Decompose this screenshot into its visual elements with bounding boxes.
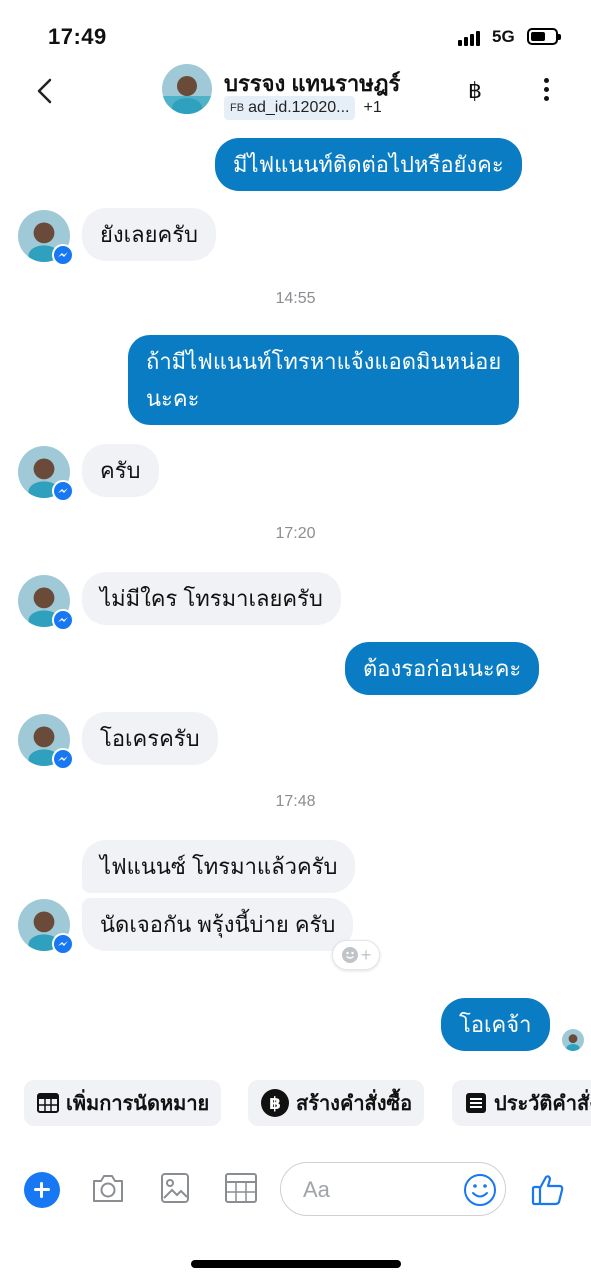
- quick-action-order-history[interactable]: ประวัติคำสั่ง: [452, 1080, 591, 1126]
- chip-label: สร้างคำสั่งซื้อ: [296, 1093, 413, 1115]
- message-text-line: ถ้ามีไฟแนนท์โทรหาแจ้งแอดมินหน่อย: [146, 349, 502, 374]
- quick-action-add-appointment[interactable]: เพิ่มการนัดหมาย: [24, 1080, 222, 1126]
- svg-text:฿: ฿: [269, 1094, 281, 1114]
- smiley-icon: [341, 947, 358, 963]
- quick-actions: เพิ่มการนัดหมาย ฿ สร้างคำสั่งซื้อ ประวัต…: [24, 1080, 591, 1126]
- message-incoming[interactable]: ไฟแนนซ์ โทรมาแล้วครับ: [82, 840, 356, 893]
- emoji-icon[interactable]: [463, 1173, 497, 1207]
- gallery-icon[interactable]: [160, 1172, 190, 1209]
- list-icon: [464, 1091, 488, 1115]
- table-icon[interactable]: [224, 1172, 258, 1209]
- message-text: นัดเจอกัน พรุ้งนี้บ่าย ครับ: [100, 912, 336, 937]
- seen-avatar: [562, 1029, 584, 1051]
- camera-icon[interactable]: [90, 1172, 126, 1209]
- messenger-badge-icon: [52, 933, 74, 955]
- message-text: ครับ: [100, 458, 141, 483]
- thumbs-up-icon[interactable]: [530, 1172, 566, 1208]
- back-button[interactable]: [30, 74, 60, 108]
- message-incoming[interactable]: นัดเจอกัน พรุ้งนี้บ่าย ครับ: [82, 898, 354, 951]
- quick-action-create-order[interactable]: ฿ สร้างคำสั่งซื้อ: [248, 1080, 425, 1126]
- network-type: 5G: [492, 27, 515, 46]
- sender-avatar[interactable]: [18, 575, 74, 631]
- sender-avatar[interactable]: [18, 210, 74, 266]
- message-outgoing[interactable]: มีไฟแนนท์ติดต่อไปหรือยังคะ: [215, 138, 522, 191]
- more-options-icon[interactable]: [536, 78, 556, 106]
- timestamp: 17:20: [275, 525, 316, 542]
- messenger-badge-icon: [52, 480, 74, 502]
- chat-header: บรรจง แทนราษฎร์ FB ad_id.12020... +1 ฿: [0, 60, 591, 124]
- ad-more-count[interactable]: +1: [363, 99, 381, 117]
- add-reaction-button[interactable]: +: [332, 940, 380, 970]
- message-incoming[interactable]: ไม่มีใคร โทรมาเลยครับ: [82, 572, 341, 625]
- home-indicator[interactable]: [191, 1260, 401, 1268]
- ad-tag-row: FB ad_id.12020... +1: [224, 96, 382, 120]
- message-incoming[interactable]: ยังเลยครับ: [82, 208, 217, 261]
- calendar-icon: [36, 1091, 60, 1115]
- signal-icon: [458, 30, 482, 46]
- composer: [0, 1160, 591, 1220]
- chevron-left-icon: [37, 78, 52, 104]
- ad-label: ad_id.12020...: [248, 99, 350, 116]
- messenger-badge-icon: [52, 244, 74, 266]
- ad-prefix: FB: [230, 102, 245, 114]
- plus-icon: +: [360, 944, 372, 965]
- timestamp: 14:55: [275, 290, 316, 307]
- message-incoming[interactable]: โอเครครับ: [82, 712, 218, 765]
- message-text: โอเคจ้า: [459, 1012, 532, 1037]
- message-text: ไฟแนนซ์ โทรมาแล้วครับ: [100, 854, 338, 879]
- message-input-box[interactable]: [280, 1162, 506, 1216]
- contact-avatar[interactable]: [162, 64, 212, 114]
- chip-label: ประวัติคำสั่ง: [494, 1093, 591, 1115]
- message-text: ยังเลยครับ: [100, 222, 199, 247]
- message-input[interactable]: [303, 1175, 463, 1205]
- sender-avatar[interactable]: [18, 446, 74, 502]
- message-outgoing[interactable]: ถ้ามีไฟแนนท์โทรหาแจ้งแอดมินหน่อย นะคะ: [128, 335, 520, 425]
- baht-icon[interactable]: ฿: [468, 78, 482, 104]
- message-text: ต้องรอก่อนนะคะ: [363, 656, 522, 681]
- message-incoming[interactable]: ครับ: [82, 444, 159, 497]
- messenger-badge-icon: [52, 609, 74, 631]
- message-text: มีไฟแนนท์ติดต่อไปหรือยังคะ: [233, 152, 504, 177]
- status-time: 17:49: [48, 24, 107, 49]
- message-outgoing[interactable]: โอเคจ้า: [441, 998, 550, 1051]
- chip-label: เพิ่มการนัดหมาย: [66, 1093, 210, 1115]
- message-text: ไม่มีใคร โทรมาเลยครับ: [100, 586, 323, 611]
- baht-icon: ฿: [260, 1088, 290, 1118]
- message-text: โอเครครับ: [100, 726, 200, 751]
- message-text-line: นะคะ: [146, 386, 200, 411]
- plus-button[interactable]: [24, 1172, 60, 1208]
- battery-icon: [527, 28, 561, 45]
- status-bar: 17:49 5G: [0, 0, 591, 60]
- timestamp: 17:48: [275, 793, 316, 810]
- messenger-badge-icon: [52, 748, 74, 770]
- sender-avatar[interactable]: [18, 714, 74, 770]
- ad-tag[interactable]: FB ad_id.12020...: [224, 96, 356, 120]
- message-outgoing[interactable]: ต้องรอก่อนนะคะ: [345, 642, 540, 695]
- sender-avatar[interactable]: [18, 899, 74, 955]
